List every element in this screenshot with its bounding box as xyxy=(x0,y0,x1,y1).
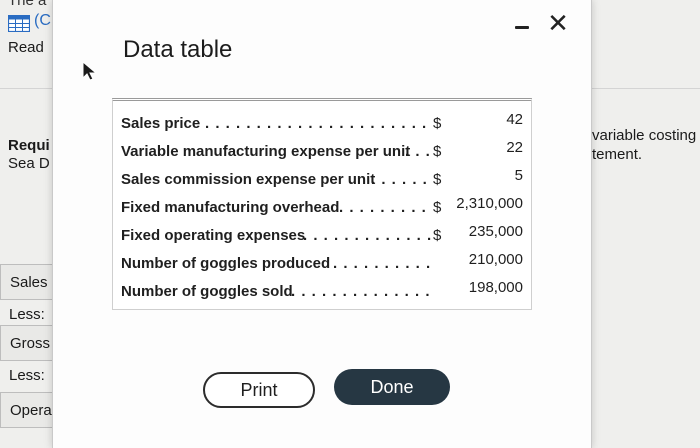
row-leader-dots: . . . . . . . . . . . . . . . . . . xyxy=(291,283,433,300)
row-label: Fixed manufacturing overhead xyxy=(121,199,340,216)
table-row: Variable manufacturing expense per unit … xyxy=(113,139,531,171)
close-icon[interactable]: ✕ xyxy=(545,8,571,38)
row-value: 22 xyxy=(506,139,523,156)
income-row-less-1: Less: xyxy=(9,306,45,323)
row-label: Variable manufacturing expense per unit xyxy=(121,143,411,160)
row-leader-dots: . . . . . . . . . . . . . . . . xyxy=(303,227,433,244)
read-link[interactable]: Read xyxy=(8,39,44,56)
background-right-text: variable costing tement. xyxy=(592,126,696,164)
background-paren-text: (C xyxy=(34,12,51,29)
row-currency: $ xyxy=(433,227,442,244)
row-label: Number of goggles sold xyxy=(121,283,293,300)
dialog-title: Data table xyxy=(123,36,233,63)
row-currency: $ xyxy=(433,115,442,132)
income-row-gross: Gross xyxy=(0,325,60,361)
row-value: 5 xyxy=(514,167,523,184)
done-button[interactable]: Done xyxy=(334,369,450,405)
print-button[interactable]: Print xyxy=(203,372,315,408)
row-leader-dots: . . . . . . . . . . . . . . . . . . . . … xyxy=(205,115,431,132)
table-row: Number of goggles sold . . . . . . . . .… xyxy=(113,279,531,311)
income-row-sales: Sales xyxy=(0,264,60,300)
row-currency: $ xyxy=(433,171,442,188)
row-leader-dots: . . . . . . . xyxy=(371,171,433,188)
row-label: Number of goggles produced xyxy=(121,255,331,272)
table-grid-icon[interactable] xyxy=(8,15,30,32)
row-value: 198,000 xyxy=(468,279,523,296)
row-leader-dots: . . . . . . . . . . . xyxy=(339,199,433,216)
row-label: Sales commission expense per unit xyxy=(121,171,376,188)
table-row: Sales price . . . . . . . . . . . . . . … xyxy=(113,111,531,143)
minimize-icon[interactable] xyxy=(515,26,529,29)
company-name-partial: Sea D xyxy=(8,155,50,172)
mouse-pointer-icon xyxy=(82,60,98,81)
row-value: 2,310,000 xyxy=(456,195,523,212)
requirement-heading: Requi xyxy=(8,137,50,154)
right-text-line-2: tement. xyxy=(592,146,643,163)
row-label: Sales price xyxy=(121,115,201,132)
income-row-less-2: Less: xyxy=(9,367,45,384)
row-value: 235,000 xyxy=(468,223,523,240)
data-table: Sales price . . . . . . . . . . . . . . … xyxy=(112,98,532,310)
row-currency: $ xyxy=(433,143,442,160)
row-leader-dots: . . . . . . . . . . . . xyxy=(333,255,433,272)
row-leader-dots: . . . xyxy=(405,143,431,160)
row-value: 42 xyxy=(506,111,523,128)
background-top-text: The a xyxy=(8,0,47,9)
row-value: 210,000 xyxy=(468,251,523,268)
income-row-operating: Opera xyxy=(0,392,60,428)
right-text-line-1: variable costing xyxy=(592,127,697,144)
data-table-dialog: Data table ✕ Sales price . . . . . . . .… xyxy=(52,0,592,448)
row-label: Fixed operating expenses xyxy=(121,227,306,244)
row-currency: $ xyxy=(433,199,442,216)
